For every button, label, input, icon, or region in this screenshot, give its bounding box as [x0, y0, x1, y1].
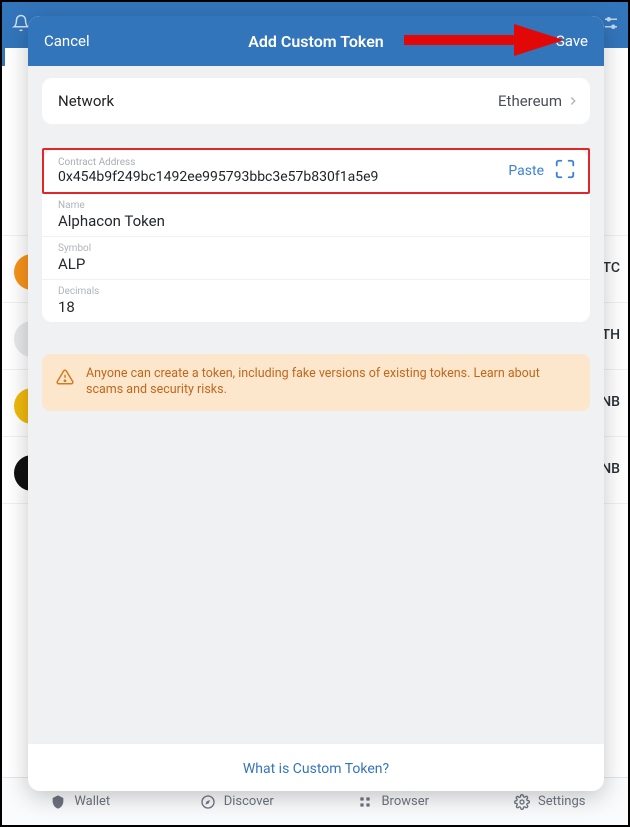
decimals-field[interactable]: Decimals 18	[42, 280, 590, 322]
modal-header: Cancel Add Custom Token Save	[28, 16, 604, 66]
symbol-value: ALP	[58, 255, 574, 273]
symbol-field[interactable]: Symbol ALP	[42, 237, 590, 280]
contract-label: Contract Address	[58, 157, 498, 168]
decimals-value: 18	[58, 298, 574, 316]
tab-settings-label: Settings	[538, 794, 585, 809]
contract-address-input[interactable]: 0x454b9f249bc1492ee995793bbc3e57b830f1a5…	[58, 169, 498, 185]
add-token-modal: Cancel Add Custom Token Save Network Eth…	[28, 16, 604, 791]
warning-icon	[56, 368, 74, 390]
save-button[interactable]: Save	[518, 32, 588, 50]
name-label: Name	[58, 200, 574, 211]
scan-icon[interactable]	[554, 158, 576, 184]
warning-banner[interactable]: Anyone can create a token, including fak…	[42, 354, 590, 411]
modal-footer: What is Custom Token?	[28, 743, 604, 791]
name-field[interactable]: Name Alphacon Token	[42, 194, 590, 237]
cancel-button[interactable]: Cancel	[44, 32, 114, 50]
tab-browser-label: Browser	[381, 794, 429, 809]
symbol-label: Symbol	[58, 243, 574, 254]
adjust-icon	[602, 14, 620, 36]
network-value: Ethereum	[498, 92, 562, 110]
network-label: Network	[58, 92, 114, 110]
modal-title: Add Custom Token	[248, 32, 384, 51]
paste-button[interactable]: Paste	[508, 163, 544, 179]
decimals-label: Decimals	[58, 286, 574, 297]
chevron-right-icon	[566, 94, 580, 108]
what-is-link[interactable]: What is Custom Token?	[243, 761, 389, 777]
tab-discover-label: Discover	[224, 794, 274, 809]
network-card[interactable]: Network Ethereum	[42, 78, 590, 124]
tab-wallet-label: Wallet	[74, 794, 110, 809]
name-value: Alphacon Token	[58, 212, 574, 230]
warning-text: Anyone can create a token, including fak…	[86, 366, 576, 399]
